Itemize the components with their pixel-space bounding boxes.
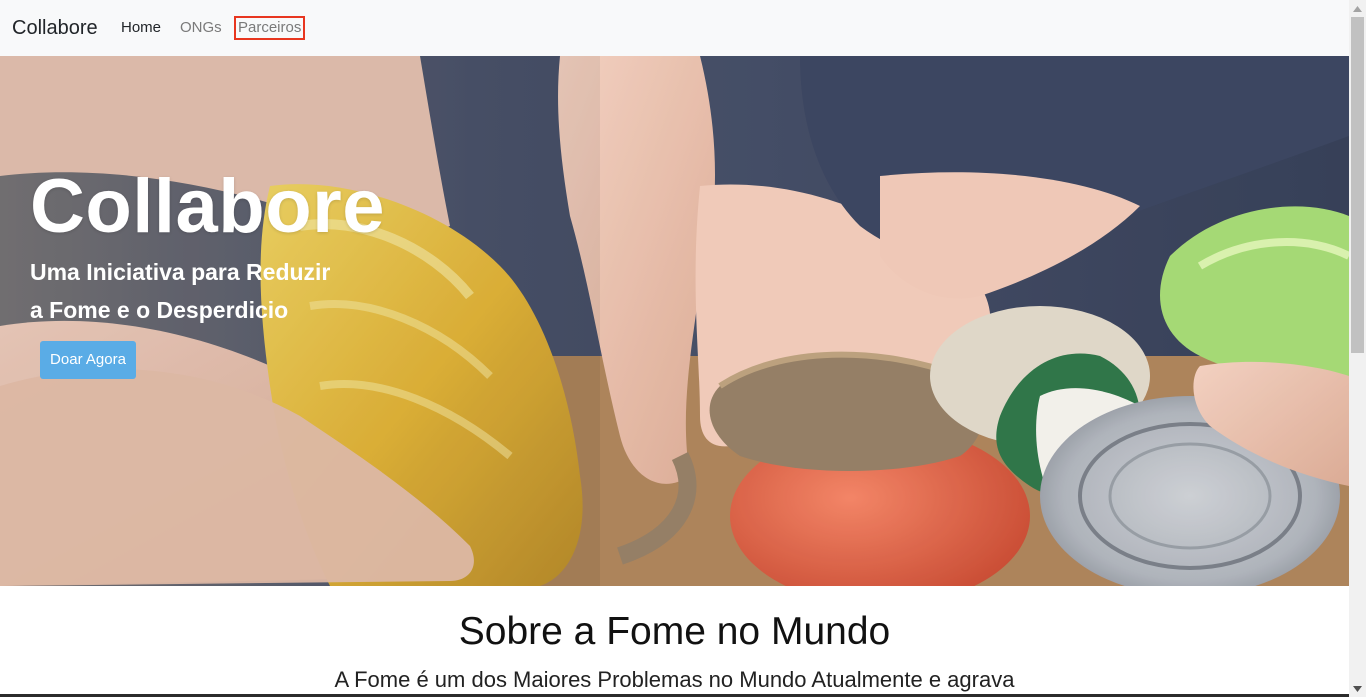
hero-title: Collabore xyxy=(30,164,385,249)
nav-link-parceiros[interactable]: Parceiros xyxy=(234,16,306,40)
scrollbar-thumb[interactable] xyxy=(1351,17,1364,353)
vertical-scrollbar[interactable] xyxy=(1349,0,1366,697)
hero-banner: Collabore Uma Iniciativa para Reduzir a … xyxy=(0,56,1349,586)
top-navbar: Collabore Home ONGs Parceiros xyxy=(0,0,1349,56)
nav-link-ongs[interactable]: ONGs xyxy=(180,18,222,38)
hero-subtitle-line2: a Fome e o Desperdicio xyxy=(30,297,289,323)
donate-now-button[interactable]: Doar Agora xyxy=(40,341,136,379)
hero-subtitle-line1: Uma Iniciativa para Reduzir xyxy=(30,259,331,285)
navbar-brand[interactable]: Collabore xyxy=(12,16,98,40)
nav-link-home[interactable]: Home xyxy=(121,18,161,38)
chevron-up-icon[interactable] xyxy=(1349,0,1366,17)
section-text: A Fome é um dos Maiores Problemas no Mun… xyxy=(334,667,1015,692)
page: Collabore Home ONGs Parceiros Collabore … xyxy=(0,0,1366,697)
chevron-down-icon[interactable] xyxy=(1349,680,1366,697)
section-title: Sobre a Fome no Mundo xyxy=(458,610,891,653)
